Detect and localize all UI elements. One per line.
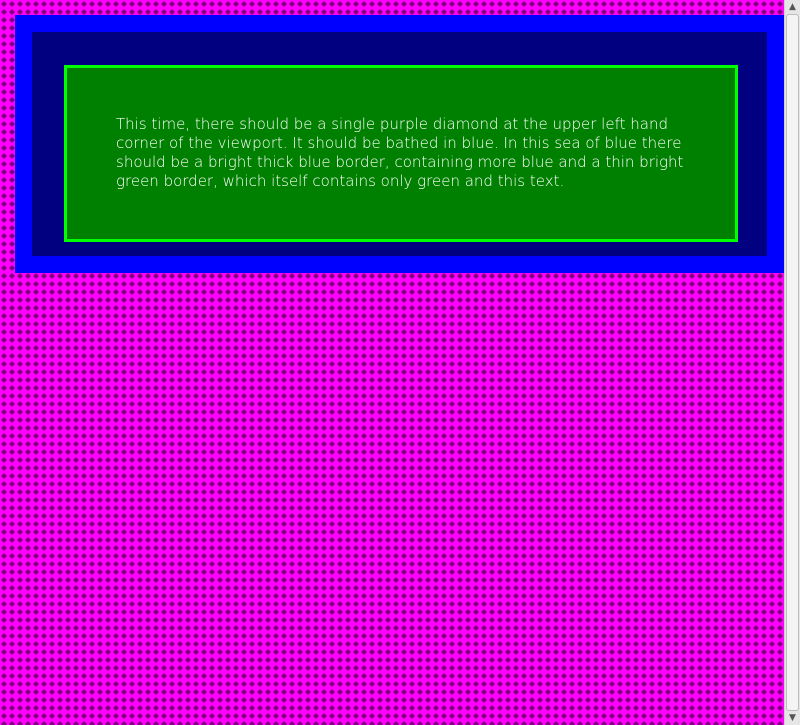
green-border-box: This time, there should be a single purp… <box>64 65 738 242</box>
arrow-down-icon[interactable]: ▼ <box>785 711 800 725</box>
vertical-scrollbar[interactable]: ▲ ▼ <box>784 0 800 725</box>
scrollbar-thumb[interactable] <box>786 14 799 711</box>
test-description-text: This time, there should be a single purp… <box>116 115 684 190</box>
viewport-canvas: This time, there should be a single purp… <box>0 0 784 725</box>
arrow-up-icon[interactable]: ▲ <box>785 0 800 14</box>
blue-border-box: This time, there should be a single purp… <box>15 15 784 273</box>
